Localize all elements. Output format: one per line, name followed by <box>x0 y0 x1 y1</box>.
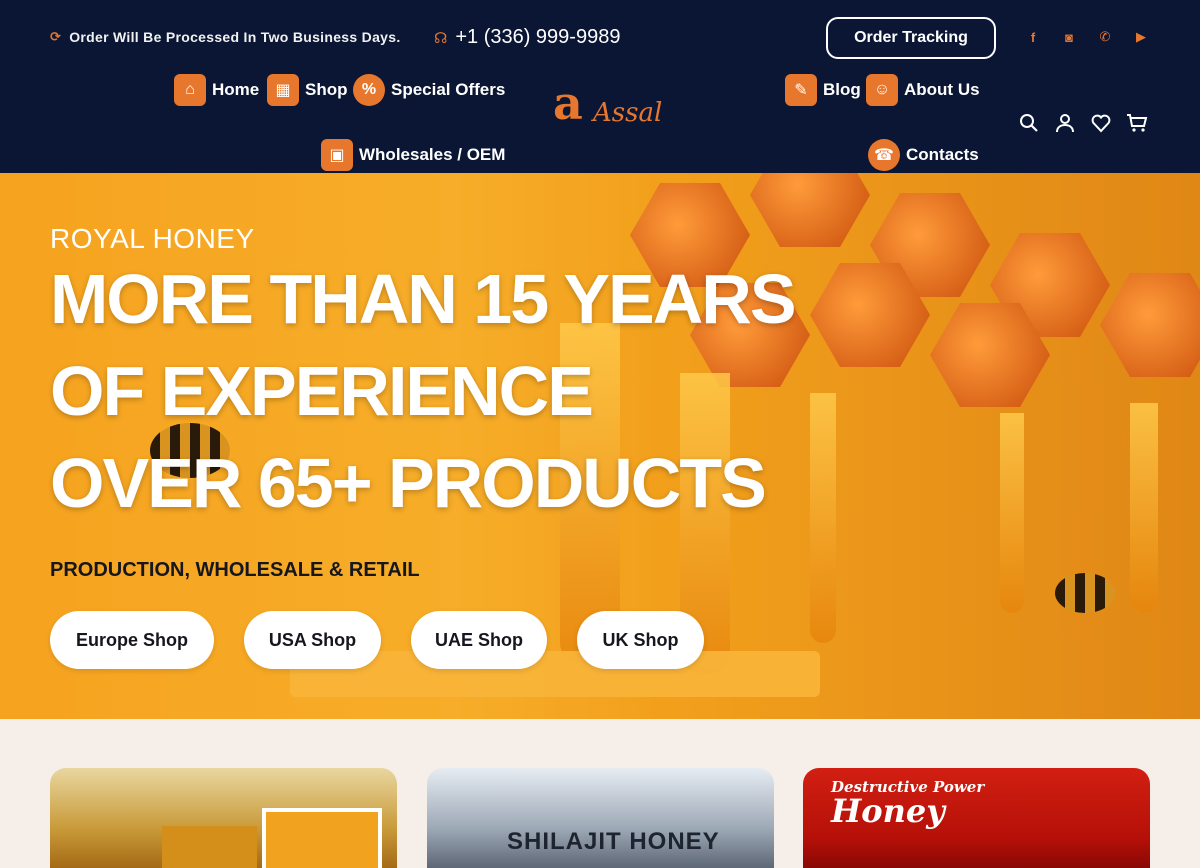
search-icon[interactable] <box>1018 112 1040 134</box>
nav-special-offers-label: Special Offers <box>391 80 506 99</box>
card-title: SHILAJIT HONEY <box>507 828 720 855</box>
nav-blog-label: Blog <box>823 80 861 99</box>
home-icon: ⌂ <box>174 74 206 106</box>
header-actions <box>1018 112 1148 134</box>
account-icon[interactable] <box>1054 112 1076 134</box>
nav-contacts[interactable]: ☎ Contacts <box>868 139 979 171</box>
order-notice-text: Order Will Be Processed In Two Business … <box>69 29 401 45</box>
logo-text: Assal <box>593 98 663 128</box>
product-card-royal-honey[interactable] <box>50 768 397 868</box>
nav-contacts-label: Contacts <box>906 145 979 164</box>
site-header: ⟳ Order Will Be Processed In Two Busines… <box>0 0 1200 173</box>
product-card-destructive-honey[interactable]: Destructive Power Honey <box>803 768 1150 868</box>
instagram-icon[interactable]: ◙ <box>1061 29 1077 45</box>
team-icon: ☺ <box>866 74 898 106</box>
hero-subtitle: PRODUCTION, WHOLESALE & RETAIL <box>50 559 420 581</box>
shop-icon: ▦ <box>267 74 299 106</box>
whatsapp-icon[interactable]: ✆ <box>1097 29 1113 45</box>
card-title: Honey <box>831 792 945 830</box>
nav-home[interactable]: ⌂ Home <box>174 74 259 106</box>
special-offers-icon: % <box>353 74 385 106</box>
headset-icon: ☊ <box>434 29 448 47</box>
nav-shop-label: Shop <box>305 80 348 99</box>
wishlist-icon[interactable] <box>1090 112 1112 134</box>
nav-wholesales-label: Wholesales / OEM <box>359 145 506 164</box>
order-tracking-button[interactable]: Order Tracking <box>826 17 996 59</box>
cart-icon[interactable] <box>1126 112 1148 134</box>
nav-about[interactable]: ☺ About Us <box>866 74 980 106</box>
nav-shop[interactable]: ▦ Shop <box>267 74 348 106</box>
hero-banner: ROYAL HONEY MORE THAN 15 YEARS OF EXPERI… <box>0 173 1200 719</box>
hero-tagline: ROYAL HONEY <box>50 223 255 254</box>
uk-shop-button[interactable]: UK Shop <box>577 611 704 669</box>
logo-mark: a <box>553 76 583 130</box>
nav-home-label: Home <box>212 80 260 99</box>
product-box-image <box>262 808 382 868</box>
truck-icon: ⟳ <box>50 29 62 44</box>
hero-headline-1: MORE THAN 15 YEARS <box>50 260 797 338</box>
nav-about-label: About Us <box>904 80 980 99</box>
usa-shop-button[interactable]: USA Shop <box>244 611 381 669</box>
nav-special-offers[interactable]: % Special Offers <box>353 74 505 106</box>
product-box-image <box>162 826 257 868</box>
nav-blog[interactable]: ✎ Blog <box>785 74 861 106</box>
hero-headline-3: OVER 65+ PRODUCTS <box>50 444 767 522</box>
facebook-icon[interactable]: f <box>1025 29 1041 45</box>
product-card-shilajit[interactable]: SHILAJIT HONEY <box>427 768 774 868</box>
site-logo[interactable]: a Assal <box>545 76 663 140</box>
uae-shop-button[interactable]: UAE Shop <box>411 611 547 669</box>
nav-wholesales[interactable]: ▣ Wholesales / OEM <box>321 139 505 171</box>
social-links: f ◙ ✆ ▶ <box>1025 29 1149 45</box>
blog-icon: ✎ <box>785 74 817 106</box>
phone-number[interactable]: +1 (336) 999-9989 <box>455 26 620 49</box>
support-icon: ☎ <box>868 139 900 171</box>
boxes-icon: ▣ <box>321 139 353 171</box>
phone-contact[interactable]: ☊ +1 (336) 999-9989 <box>434 26 620 49</box>
europe-shop-button[interactable]: Europe Shop <box>50 611 214 669</box>
hero-headline-2: OF EXPERIENCE <box>50 352 594 430</box>
youtube-icon[interactable]: ▶ <box>1133 29 1149 45</box>
order-notice: ⟳ Order Will Be Processed In Two Busines… <box>50 29 401 45</box>
